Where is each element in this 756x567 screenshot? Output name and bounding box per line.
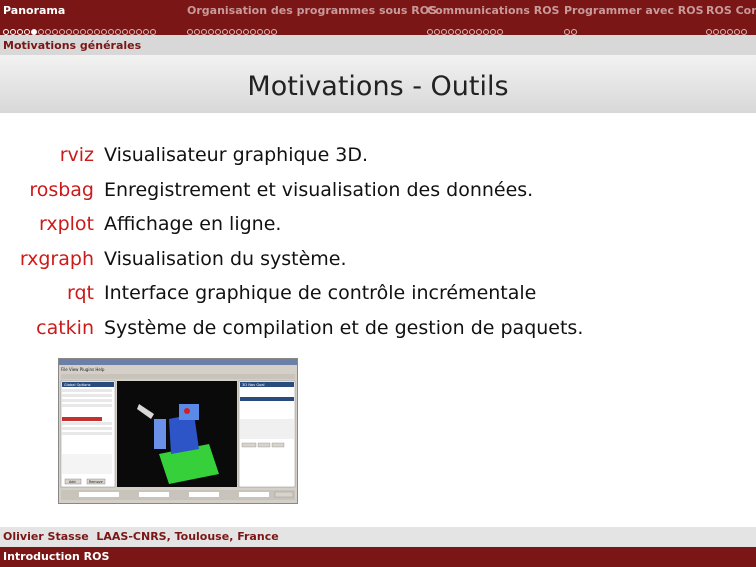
nav-section-roscon[interactable]: ROS Con xyxy=(706,4,756,17)
footer-author-bar: Olivier Stasse LAAS-CNRS, Toulouse, Fran… xyxy=(0,527,756,547)
tool-name: rxgraph xyxy=(19,247,94,270)
tool-description: Enregistrement et visualisation des donn… xyxy=(104,178,534,201)
tool-description: Affichage en ligne. xyxy=(104,213,282,236)
tool-name: rosbag xyxy=(29,178,94,201)
tool-description: Visualisation du système. xyxy=(104,247,347,270)
tool-description: Interface graphique de contrôle incrémen… xyxy=(104,282,537,305)
rviz-menu-text: File View Plugins Help xyxy=(61,367,105,372)
slide-dots-communications[interactable] xyxy=(427,20,504,35)
rviz-panel-title: Global Options xyxy=(64,383,91,387)
frame-title: Motivations - Outils xyxy=(247,71,509,102)
tool-name: rviz xyxy=(59,144,94,166)
list-item: rviz Visualisateur graphique 3D. xyxy=(0,144,756,179)
tool-description: Visualisateur graphique 3D. xyxy=(104,144,369,166)
tool-description: Système de compilation et de gestion de … xyxy=(104,316,584,339)
slide-dots-panorama[interactable] xyxy=(3,20,157,35)
tool-name: rqt xyxy=(67,282,94,305)
subsection-bar: Motivations générales xyxy=(0,35,756,55)
slide-dots-roscon[interactable] xyxy=(706,20,748,35)
list-item: rxplot Affichage en ligne. xyxy=(0,213,756,248)
nav-section-programmer[interactable]: Programmer avec ROS xyxy=(564,4,704,17)
subsection-title[interactable]: Motivations générales xyxy=(3,39,141,52)
rviz-screenshot: File View Plugins Help Global Options Ad… xyxy=(58,358,298,504)
navigation-bar: Panorama Organisation des programmes sou… xyxy=(0,0,756,35)
rviz-add-button: Add xyxy=(69,480,76,484)
list-item: catkin Système de compilation et de gest… xyxy=(0,317,756,352)
rviz-display-title: 3D Nav Goal xyxy=(242,383,265,387)
nav-section-panorama[interactable]: Panorama xyxy=(3,4,65,17)
list-item: rosbag Enregistrement et visualisation d… xyxy=(0,179,756,214)
author-affiliation: LAAS-CNRS, Toulouse, France xyxy=(96,530,279,543)
footer-title-bar: Introduction ROS xyxy=(0,547,756,567)
tools-list: rviz Visualisateur graphique 3D. rosbag … xyxy=(0,144,756,352)
list-item: rqt Interface graphique de contrôle incr… xyxy=(0,282,756,317)
frame-title-bar: Motivations - Outils xyxy=(0,55,756,113)
footer-author: Olivier Stasse LAAS-CNRS, Toulouse, Fran… xyxy=(3,530,279,543)
nav-section-communications[interactable]: Communications ROS xyxy=(427,4,559,17)
nav-section-organisation[interactable]: Organisation des programmes sous ROS xyxy=(187,4,437,17)
slide-dots-organisation[interactable] xyxy=(187,20,278,35)
slide-dots-programmer[interactable] xyxy=(564,20,578,35)
author-name: Olivier Stasse xyxy=(3,530,89,543)
tool-name: catkin xyxy=(36,316,94,339)
tool-name: rxplot xyxy=(39,213,94,236)
rviz-remove-button: Remove xyxy=(89,480,103,484)
rviz-screenshot-drawing: File View Plugins Help Global Options Ad… xyxy=(59,359,297,500)
footer-course-title: Introduction ROS xyxy=(3,550,110,563)
list-item: rxgraph Visualisation du système. xyxy=(0,248,756,283)
